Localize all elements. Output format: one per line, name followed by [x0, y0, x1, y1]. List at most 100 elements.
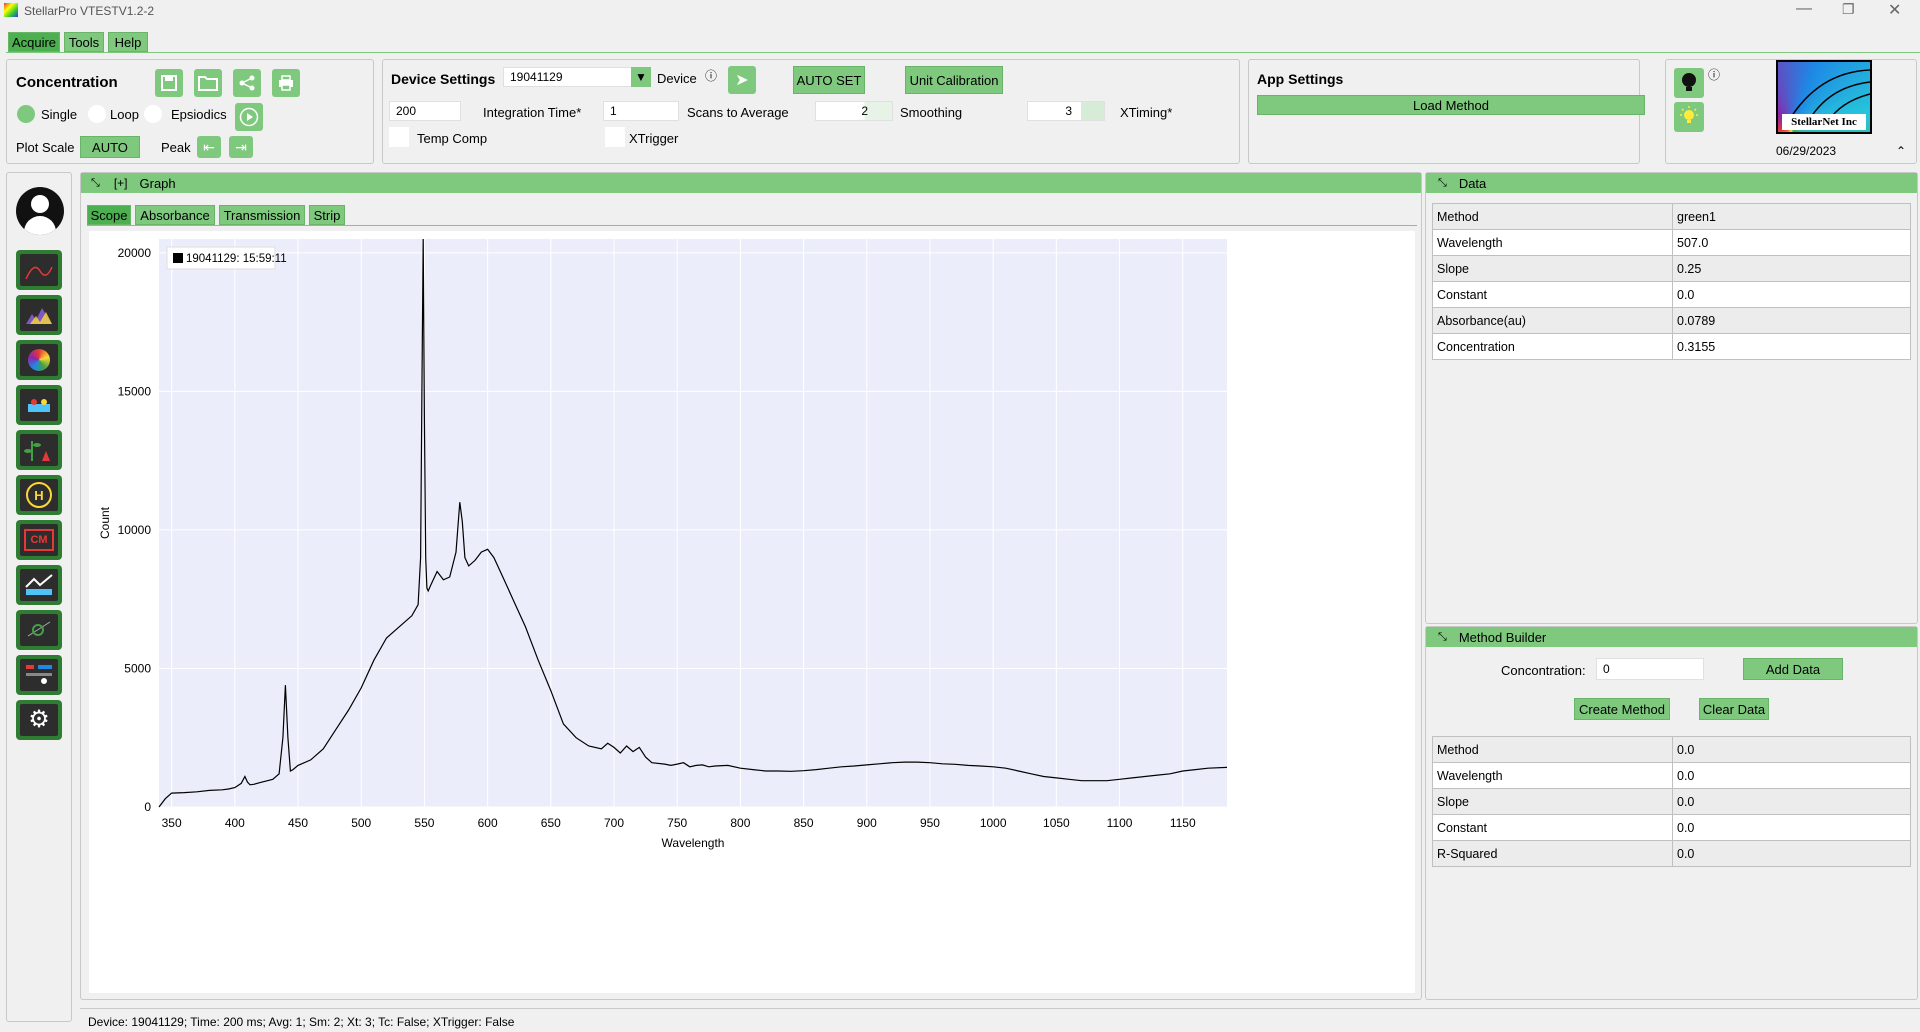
device-info-icon: ⓘ	[705, 69, 718, 83]
peak-left-button[interactable]: ⇤	[197, 136, 221, 158]
data-expand-icon[interactable]: ⤡	[1438, 177, 1447, 190]
tab-absorbance[interactable]: Absorbance	[135, 205, 215, 225]
concentration-mode-icon[interactable]	[16, 610, 62, 650]
user-avatar-icon[interactable]	[16, 187, 64, 235]
xtrigger-checkbox[interactable]	[605, 127, 625, 147]
lamp-mode-icon[interactable]	[16, 385, 62, 425]
method-builder-panel: ⤡ Method Builder Concontration: 0 Add Da…	[1425, 626, 1918, 1000]
mode-episodics-radio[interactable]	[144, 105, 162, 123]
xtiming-input[interactable]: 3	[1027, 101, 1105, 121]
concentration-input-label: Concontration:	[1501, 663, 1586, 678]
mode-loop-radio[interactable]	[88, 105, 106, 123]
device-select[interactable]: 19041129	[503, 67, 633, 87]
trend-chart-icon[interactable]	[16, 565, 62, 605]
status-text: Device: 19041129; Time: 200 ms; Avg: 1; …	[88, 1015, 515, 1029]
create-method-button[interactable]: Create Method	[1574, 698, 1670, 720]
restore-icon[interactable]: ❐	[1842, 1, 1855, 18]
h-mode-icon[interactable]: H	[16, 475, 62, 515]
method-value: 0.0	[1672, 840, 1911, 867]
method-row: Constant 0.0	[1432, 814, 1911, 841]
data-row: Wavelength 507.0	[1432, 229, 1911, 256]
dark-mode-bulb-icon[interactable]	[1674, 68, 1704, 98]
y-tick-label: 5000	[124, 661, 151, 675]
peak-label: Peak	[161, 140, 191, 155]
app-icon	[4, 3, 18, 17]
method-builder-expand-icon[interactable]: ⤡	[1438, 631, 1447, 644]
play-button[interactable]	[235, 103, 263, 131]
concentration-input[interactable]: 0	[1596, 658, 1704, 680]
x-tick-label: 400	[225, 816, 245, 830]
add-data-button[interactable]: Add Data	[1743, 658, 1843, 680]
smoothing-value: 2	[861, 104, 868, 118]
x-tick-label: 500	[351, 816, 371, 830]
minimize-icon[interactable]: —	[1796, 0, 1812, 18]
theme-panel: ⓘ StellarNet Inc 06/29/2023 ⌃	[1665, 59, 1917, 164]
load-method-button[interactable]: Load Method	[1257, 95, 1645, 115]
method-row: Wavelength 0.0	[1432, 762, 1911, 789]
tab-scope[interactable]: Scope	[87, 205, 131, 225]
integration-time-input[interactable]: 200	[389, 101, 461, 121]
data-table-icon[interactable]	[16, 655, 62, 695]
menu-acquire[interactable]: Acquire	[8, 32, 60, 52]
device-label: Device	[657, 71, 697, 86]
open-folder-button[interactable]	[194, 69, 222, 97]
legend-swatch	[173, 253, 183, 263]
save-button[interactable]	[155, 69, 183, 97]
graph-expand-toggle[interactable]: [+]	[114, 176, 128, 190]
status-bar: Device: 19041129; Time: 200 ms; Avg: 1; …	[80, 1008, 1920, 1032]
x-tick-label: 1100	[1107, 816, 1133, 830]
x-tick-label: 950	[920, 816, 940, 830]
graph-title: Graph	[139, 175, 176, 191]
collapse-chevron-icon[interactable]: ⌃	[1896, 144, 1906, 158]
chart-area: 350 400 450 500 550 600 650 700 750 800 850 900 950 1…	[89, 231, 1415, 993]
xtiming-label: XTiming*	[1120, 105, 1173, 120]
smoothing-input[interactable]: 2	[815, 101, 893, 121]
menu-tools[interactable]: Tools	[64, 32, 104, 52]
unit-calibration-button[interactable]: Unit Calibration	[905, 66, 1003, 94]
method-key: Constant	[1432, 814, 1673, 841]
x-tick-label: 600	[478, 816, 498, 830]
y-axis-label: Count	[98, 506, 112, 539]
scope-mode-icon[interactable]	[16, 250, 62, 290]
plot-scale-auto-button[interactable]: AUTO	[80, 136, 140, 158]
method-key: R-Squared	[1432, 840, 1673, 867]
peak-right-button[interactable]: ⇥	[229, 136, 253, 158]
tab-strip[interactable]: Strip	[309, 205, 345, 225]
auto-set-button[interactable]: AUTO SET	[793, 66, 865, 94]
data-key: Slope	[1432, 255, 1673, 282]
mode-single-radio[interactable]	[17, 105, 35, 123]
connect-plug-button[interactable]: ➤	[728, 66, 756, 94]
clear-data-button[interactable]: Clear Data	[1699, 698, 1769, 720]
light-mode-bulb-icon[interactable]	[1674, 102, 1704, 132]
menu-help[interactable]: Help	[108, 32, 148, 52]
device-settings-panel: Device Settings 19041129 ▼ Device ⓘ ➤ AU…	[382, 59, 1240, 164]
plant-growth-icon[interactable]	[16, 430, 62, 470]
plot-scale-label: Plot Scale	[16, 140, 75, 155]
temp-comp-checkbox[interactable]	[389, 127, 409, 147]
print-button[interactable]	[272, 69, 300, 97]
scans-average-input[interactable]: 1	[603, 101, 679, 121]
data-value: 0.3155	[1672, 333, 1911, 360]
tab-transmission[interactable]: Transmission	[219, 205, 305, 225]
data-key: Constant	[1432, 281, 1673, 308]
settings-gear-icon[interactable]: ⚙	[16, 700, 62, 740]
method-table: Method 0.0 Wavelength 0.0 Slope 0.0 Constant 0.…	[1432, 736, 1911, 867]
data-row: Slope 0.25	[1432, 255, 1911, 282]
menu-bar: Acquire Tools Help	[6, 31, 1920, 53]
x-tick-label: 650	[541, 816, 561, 830]
method-key: Slope	[1432, 788, 1673, 815]
color-wheel-icon[interactable]	[16, 340, 62, 380]
theme-info-icon: ⓘ	[1708, 68, 1721, 82]
cm-mode-icon[interactable]: CM	[16, 520, 62, 560]
device-dropdown-arrow[interactable]: ▼	[631, 67, 651, 87]
date-label: 06/29/2023	[1776, 144, 1837, 158]
data-table: Method green1 Wavelength 507.0 Slope 0.25 Cons…	[1432, 203, 1911, 360]
expand-icon[interactable]: ⤡	[91, 177, 100, 190]
spectrum-mode-icon[interactable]	[16, 295, 62, 335]
share-button[interactable]	[233, 69, 261, 97]
mode-loop-label: Loop	[110, 107, 139, 122]
close-icon[interactable]: ✕	[1888, 0, 1901, 20]
x-tick-label: 1150	[1170, 816, 1196, 830]
x-tick-label: 750	[667, 816, 687, 830]
data-value: 0.0	[1672, 281, 1911, 308]
